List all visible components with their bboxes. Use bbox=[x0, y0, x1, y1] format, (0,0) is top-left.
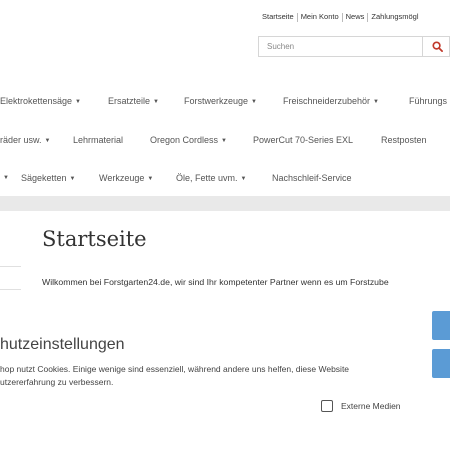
nav-item-oregon-cordless[interactable]: Oregon Cordless ▼ bbox=[150, 135, 227, 145]
nav-item-raeder[interactable]: räder usw. ▼ bbox=[0, 135, 50, 145]
separator bbox=[296, 12, 298, 22]
chevron-down-icon: ▼ bbox=[251, 98, 257, 105]
chevron-down-icon: ▼ bbox=[75, 98, 81, 105]
nav-item-oele-fette[interactable]: Öle, Fette uvm. ▼ bbox=[176, 173, 246, 183]
cookie-settings-title: hutzeinstellungen bbox=[0, 336, 125, 353]
nav-item-label: Forstwerkzeuge bbox=[184, 96, 249, 106]
nav-item-forstwerkzeuge[interactable]: Forstwerkzeuge ▼ bbox=[184, 96, 257, 106]
cookie-description-line: utzererfahrung zu verbessern. bbox=[0, 377, 114, 387]
nav-item-saegeketten[interactable]: Sägeketten ▼ bbox=[21, 173, 76, 183]
sidebar-divider bbox=[0, 289, 21, 290]
nav-item-label: Lehrmaterial bbox=[73, 135, 124, 145]
chevron-down-icon: ▼ bbox=[69, 175, 76, 182]
separator bbox=[367, 12, 369, 22]
cookie-description: hop nutzt Cookies. Einige wenige sind es… bbox=[0, 363, 349, 389]
nav-item-label: räder usw. bbox=[0, 135, 42, 145]
nav-item-nachschleif-service[interactable]: Nachschleif-Service bbox=[272, 173, 352, 183]
nav-item-fuehrungs[interactable]: Führungs bbox=[409, 96, 447, 106]
top-link-account[interactable]: Mein Konto bbox=[301, 12, 339, 21]
cookie-accept-button[interactable] bbox=[432, 311, 450, 340]
search-icon bbox=[432, 41, 443, 52]
chevron-down-icon: ▼ bbox=[44, 137, 51, 144]
nav-item-label: Öle, Fette uvm. bbox=[176, 173, 238, 183]
separator bbox=[341, 12, 343, 22]
external-media-label: Externe Medien bbox=[341, 401, 401, 411]
search-button[interactable] bbox=[422, 36, 450, 57]
nav-item-restposten[interactable]: Restposten bbox=[381, 135, 427, 145]
nav-item-werkzeuge[interactable]: Werkzeuge ▼ bbox=[99, 173, 153, 183]
cookie-description-line: hop nutzt Cookies. Einige wenige sind es… bbox=[0, 364, 350, 374]
top-link-news[interactable]: News bbox=[346, 12, 365, 21]
top-links: Startseite Mein Konto News Zahlungsmögl bbox=[262, 12, 419, 22]
external-media-checkbox[interactable] bbox=[321, 400, 333, 412]
nav-item-label: Nachschleif-Service bbox=[272, 173, 352, 183]
top-link-home[interactable]: Startseite bbox=[262, 12, 294, 21]
nav-item-label: Freischneiderzubehör bbox=[283, 96, 371, 106]
search-input[interactable]: Suchen bbox=[258, 36, 422, 57]
sidebar-divider bbox=[0, 266, 21, 267]
chevron-down-icon: ▼ bbox=[240, 175, 247, 182]
nav-item-elektrokettensaege[interactable]: Elektrokettensäge ▼ bbox=[0, 96, 81, 106]
nav-item-label: Führungs bbox=[409, 96, 448, 106]
nav-item-label: PowerCut 70-Series EXL bbox=[253, 135, 354, 145]
top-link-payment[interactable]: Zahlungsmögl bbox=[371, 12, 418, 21]
nav-item-freischneiderzubehoer[interactable]: Freischneiderzubehör ▼ bbox=[283, 96, 379, 106]
chevron-down-icon: ▼ bbox=[153, 98, 159, 105]
nav-item-label: Restposten bbox=[381, 135, 427, 145]
nav-item-label: Ersatzteile bbox=[108, 96, 151, 106]
cookie-settings-button[interactable] bbox=[432, 349, 450, 378]
chevron-down-icon: ▼ bbox=[221, 137, 227, 144]
nav-item-label: Sägeketten bbox=[21, 173, 67, 183]
nav-item-ersatzteile[interactable]: Ersatzteile ▼ bbox=[108, 96, 159, 106]
nav-item-label: Werkzeuge bbox=[99, 173, 145, 183]
welcome-text: Wilkommen bei Forstgarten24.de, wir sind… bbox=[42, 277, 389, 287]
content-separator bbox=[0, 196, 450, 211]
nav-item-powercut[interactable]: PowerCut 70-Series EXL bbox=[253, 135, 353, 145]
nav-item-label: Oregon Cordless bbox=[150, 135, 219, 145]
nav-item-label: Elektrokettensäge bbox=[0, 96, 73, 106]
chevron-down-icon: ▼ bbox=[147, 175, 154, 182]
chevron-down-icon: ▼ bbox=[3, 175, 9, 181]
chevron-down-icon: ▼ bbox=[373, 98, 379, 105]
nav-item-lehrmaterial[interactable]: Lehrmaterial bbox=[73, 135, 123, 145]
page-title: Startseite bbox=[42, 227, 147, 251]
